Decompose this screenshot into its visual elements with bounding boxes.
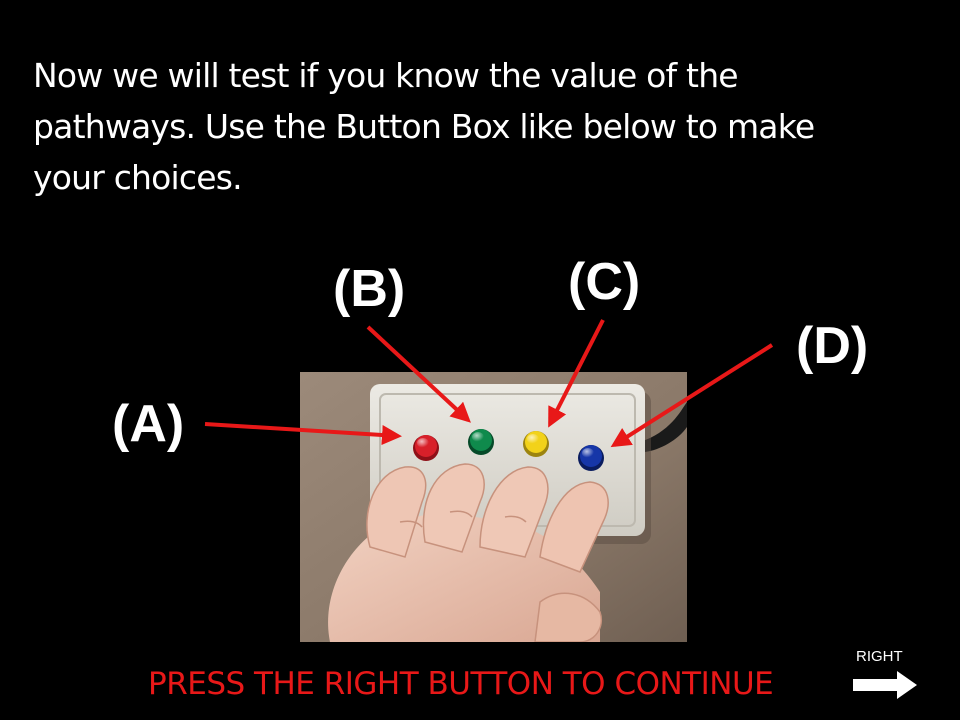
instruction-text: Now we will test if you know the value o… <box>33 50 933 203</box>
continue-prompt: PRESS THE RIGHT BUTTON TO CONTINUE <box>148 666 774 702</box>
button-box-illustration <box>300 372 687 642</box>
instruction-line-3: your choices. <box>33 158 243 197</box>
button-b <box>468 429 494 455</box>
right-arrow-icon <box>853 671 917 699</box>
button-c <box>523 431 549 457</box>
button-d <box>578 445 604 471</box>
label-b: (B) <box>333 260 406 318</box>
instruction-line-2: pathways. Use the Button Box like below … <box>33 107 815 146</box>
instruction-line-1: Now we will test if you know the value o… <box>33 56 739 95</box>
button-a <box>413 435 439 461</box>
button-box-photo <box>300 372 687 642</box>
label-a: (A) <box>112 395 185 453</box>
label-c: (C) <box>568 253 641 311</box>
label-d: (D) <box>796 317 869 375</box>
right-hint-label: RIGHT <box>856 648 903 665</box>
